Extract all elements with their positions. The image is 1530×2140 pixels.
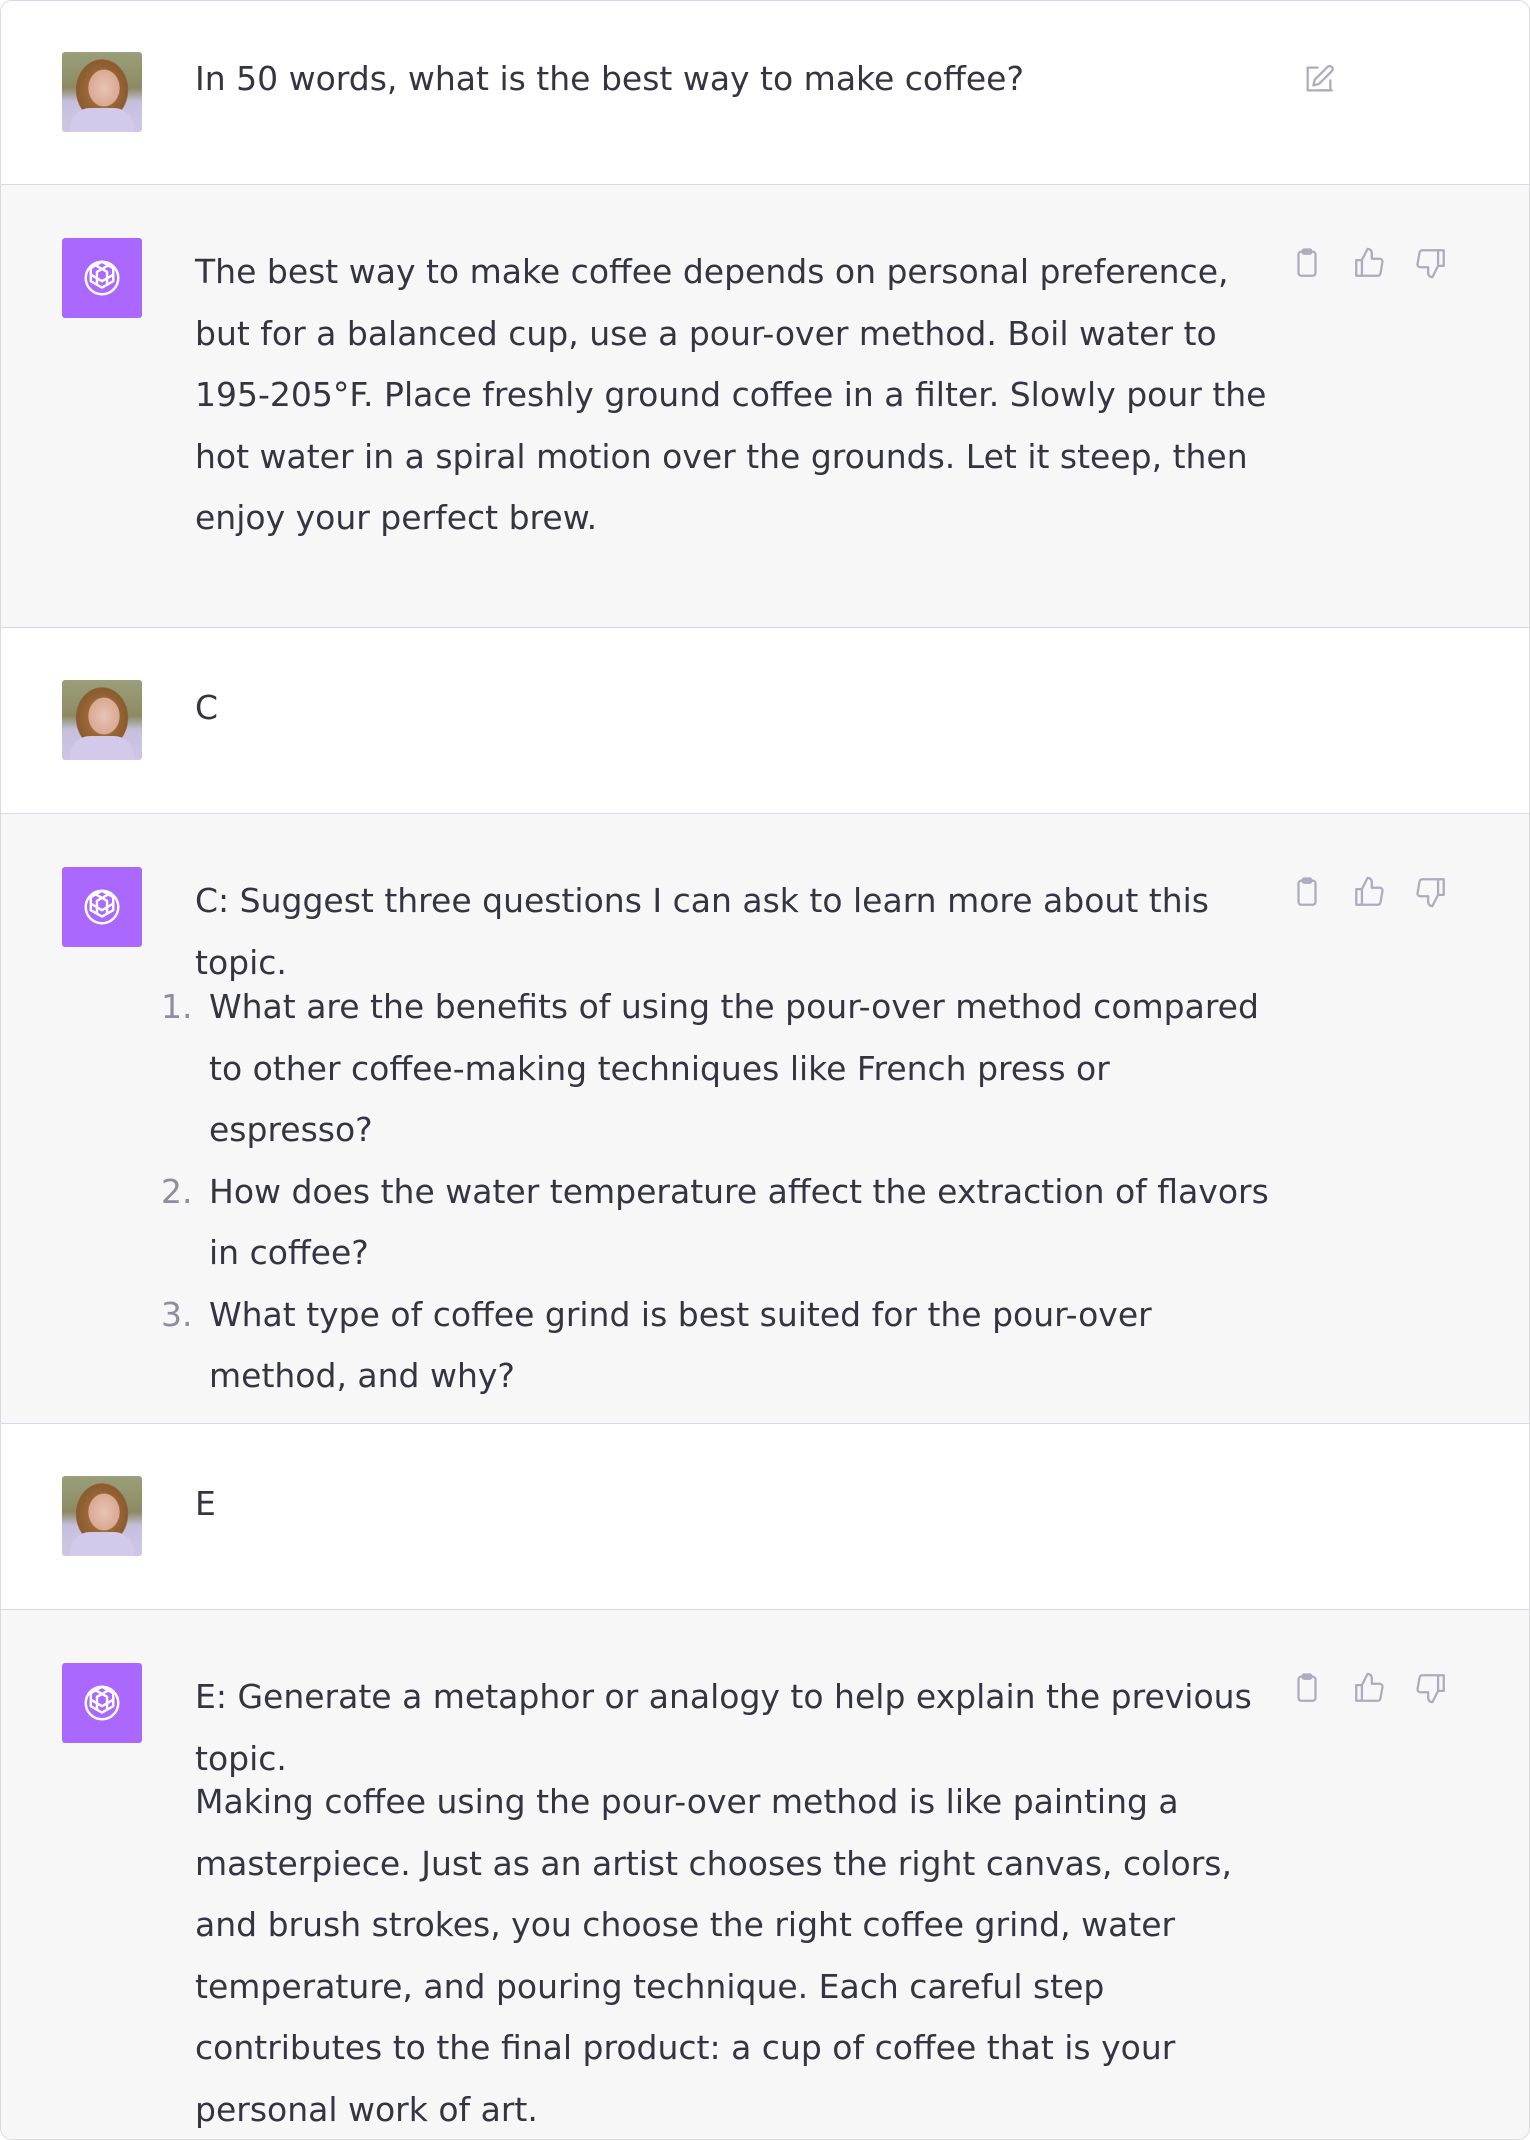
list-item-number: 1. bbox=[161, 987, 193, 1026]
user-avatar bbox=[62, 680, 142, 760]
assistant-message: C: Suggest three questions I can ask to … bbox=[1, 814, 1529, 1424]
thumbs-up-icon[interactable] bbox=[1349, 1668, 1389, 1708]
thumbs-down-icon[interactable] bbox=[1411, 872, 1451, 912]
chat-transcript: In 50 words, what is the best way to mak… bbox=[0, 0, 1530, 2140]
user-message-text: C bbox=[195, 688, 219, 727]
list-item-number: 2. bbox=[161, 1171, 193, 1211]
thumbs-down-icon[interactable] bbox=[1411, 1668, 1451, 1708]
user-message: C bbox=[1, 628, 1529, 814]
thumbs-down-icon[interactable] bbox=[1411, 243, 1451, 283]
assistant-message-intro: C: Suggest three questions I can ask to … bbox=[195, 881, 1220, 982]
list-item-text: How does the water temperature affect th… bbox=[209, 1171, 1269, 1273]
thumbs-up-icon[interactable] bbox=[1349, 243, 1389, 283]
list-item-text: What are the benefits of using the pour-… bbox=[209, 987, 1259, 1149]
openai-logo-icon bbox=[62, 1663, 142, 1743]
clipboard-icon[interactable] bbox=[1287, 1668, 1327, 1708]
list-item: 1. What are the benefits of using the po… bbox=[161, 976, 1281, 1161]
list-item: 3. What type of coffee grind is best sui… bbox=[161, 1284, 1281, 1407]
message-actions bbox=[1287, 1668, 1451, 1708]
assistant-message-text: Making coffee using the pour-over method… bbox=[195, 1782, 1243, 2129]
clipboard-icon[interactable] bbox=[1287, 243, 1327, 283]
user-message-text: E bbox=[195, 1484, 216, 1523]
openai-logo-icon bbox=[62, 867, 142, 947]
numbered-list: 1. What are the benefits of using the po… bbox=[161, 976, 1281, 1407]
message-actions bbox=[1287, 243, 1451, 283]
assistant-message-text: The best way to make coffee depends on p… bbox=[195, 252, 1277, 537]
message-actions bbox=[1287, 872, 1451, 912]
user-avatar bbox=[62, 52, 142, 132]
assistant-message: E: Generate a metaphor or analogy to hel… bbox=[1, 1610, 1529, 2139]
openai-logo-icon bbox=[62, 238, 142, 318]
user-message-text: In 50 words, what is the best way to mak… bbox=[195, 59, 1024, 98]
thumbs-up-icon[interactable] bbox=[1349, 872, 1389, 912]
user-message: E bbox=[1, 1424, 1529, 1610]
user-message: In 50 words, what is the best way to mak… bbox=[1, 1, 1529, 185]
edit-icon[interactable] bbox=[1299, 59, 1339, 99]
list-item-text: What type of coffee grind is best suited… bbox=[209, 1294, 1152, 1396]
list-item-number: 3. bbox=[161, 1294, 193, 1334]
clipboard-icon[interactable] bbox=[1287, 872, 1327, 912]
user-avatar bbox=[62, 1476, 142, 1556]
list-item: 2. How does the water temperature affect… bbox=[161, 1161, 1281, 1284]
assistant-message: The best way to make coffee depends on p… bbox=[1, 185, 1529, 628]
